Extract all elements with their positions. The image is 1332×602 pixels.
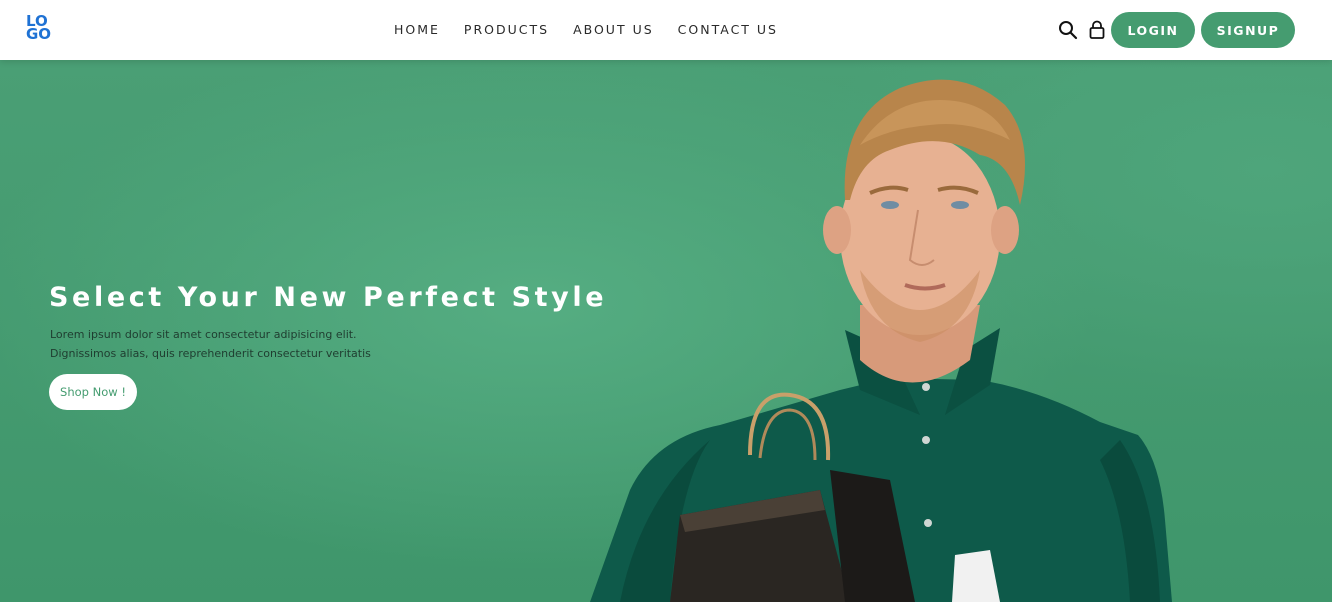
shop-now-button[interactable]: Shop Now ! <box>49 374 137 410</box>
login-button[interactable]: LOGIN <box>1111 12 1195 48</box>
navbar: LO GO HOME PRODUCTS ABOUT US CONTACT US … <box>0 0 1332 60</box>
hero-description-line-2: Dignissimos alias, quis reprehenderit co… <box>50 346 371 360</box>
hero-title: Select Your New Perfect Style <box>49 282 608 313</box>
signup-button[interactable]: SIGNUP <box>1201 12 1295 48</box>
search-icon[interactable] <box>1058 20 1078 40</box>
nav-products[interactable]: PRODUCTS <box>464 22 549 37</box>
nav-about-us[interactable]: ABOUT US <box>573 22 654 37</box>
hero-description-line-1: Lorem ipsum dolor sit amet consectetur a… <box>50 328 357 341</box>
logo-line-2: GO <box>26 25 52 43</box>
hero-model-image <box>590 79 1172 602</box>
shopping-bag-icon[interactable] <box>1088 20 1106 40</box>
hero-description: Lorem ipsum dolor sit amet consectetur a… <box>50 326 371 363</box>
hero-banner: Select Your New Perfect Style Lorem ipsu… <box>0 60 1332 602</box>
nav-home[interactable]: HOME <box>394 22 440 37</box>
nav-contact-us[interactable]: CONTACT US <box>678 22 778 37</box>
main-nav: HOME PRODUCTS ABOUT US CONTACT US <box>394 22 802 37</box>
logo[interactable]: LO GO <box>26 14 56 45</box>
